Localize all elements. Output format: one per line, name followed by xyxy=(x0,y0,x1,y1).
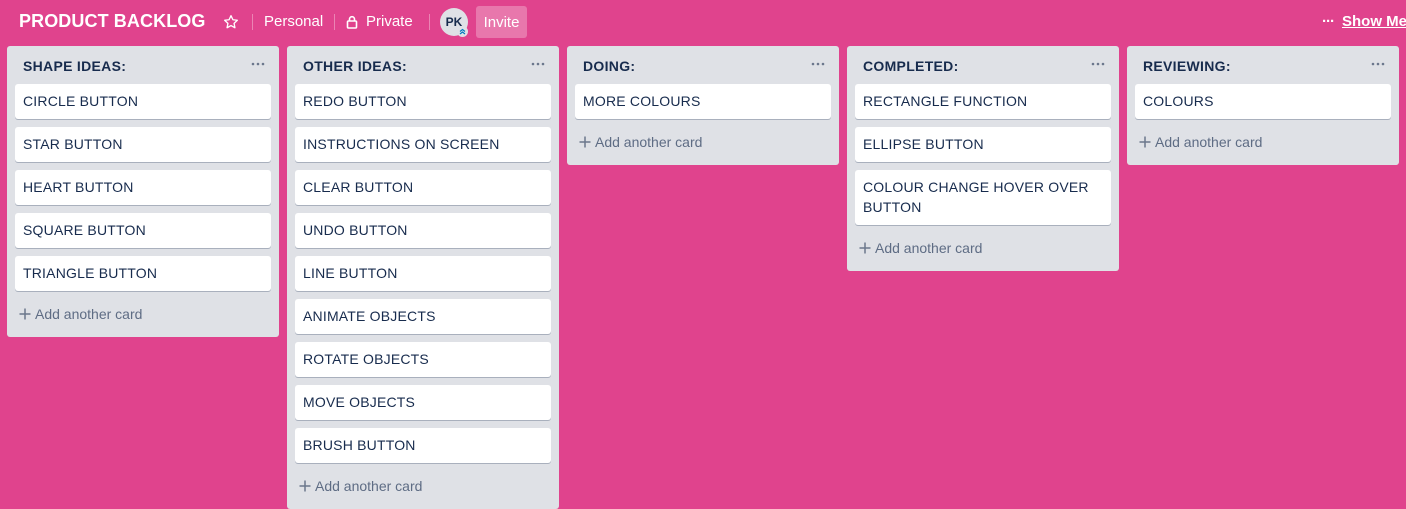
add-card-button[interactable]: Add another card xyxy=(1135,125,1391,159)
add-card-label: Add another card xyxy=(35,306,143,322)
card[interactable]: MORE COLOURS xyxy=(575,84,831,119)
list-menu-button[interactable] xyxy=(1367,54,1389,74)
header-divider xyxy=(334,14,335,30)
more-icon xyxy=(251,62,265,66)
add-card-label: Add another card xyxy=(875,240,983,256)
more-icon xyxy=(1371,62,1385,66)
card[interactable]: REDO BUTTON xyxy=(295,84,551,119)
privacy-label: Private xyxy=(366,13,413,30)
card[interactable]: ROTATE OBJECTS xyxy=(295,342,551,377)
list-column: OTHER IDEAS: REDO BUTTON INSTRUCTIONS ON S… xyxy=(287,46,559,509)
header-divider xyxy=(252,14,253,30)
card[interactable]: CIRCLE BUTTON xyxy=(15,84,271,119)
card[interactable]: UNDO BUTTON xyxy=(295,213,551,248)
plus-icon xyxy=(1139,136,1151,148)
more-icon xyxy=(811,62,825,66)
board-title[interactable]: PRODUCT BACKLOG xyxy=(19,11,206,32)
show-menu-button[interactable]: ··· Show Me xyxy=(1322,13,1406,30)
plus-icon xyxy=(19,308,31,320)
team-visibility-button[interactable]: Personal xyxy=(264,13,323,30)
add-card-label: Add another card xyxy=(1155,134,1263,150)
privacy-button[interactable]: Private xyxy=(346,13,413,30)
add-card-button[interactable]: Add another card xyxy=(15,297,271,331)
card[interactable]: COLOUR CHANGE HOVER OVER BUTTON xyxy=(855,170,1111,225)
more-icon xyxy=(531,62,545,66)
list-menu-button[interactable] xyxy=(807,54,829,74)
star-button[interactable] xyxy=(220,9,242,35)
card[interactable]: ELLIPSE BUTTON xyxy=(855,127,1111,162)
list-header: COMPLETED: xyxy=(855,46,1111,84)
card[interactable]: BRUSH BUTTON xyxy=(295,428,551,463)
card[interactable]: TRIANGLE BUTTON xyxy=(15,256,271,291)
add-card-label: Add another card xyxy=(595,134,703,150)
lock-icon xyxy=(346,15,358,29)
list-column: COMPLETED: RECTANGLE FUNCTION ELLIPSE BUTT… xyxy=(847,46,1119,271)
card[interactable]: COLOURS xyxy=(1135,84,1391,119)
add-card-button[interactable]: Add another card xyxy=(295,469,551,503)
add-card-button[interactable]: Add another card xyxy=(855,231,1111,265)
star-icon xyxy=(224,15,238,29)
list-title[interactable]: OTHER IDEAS: xyxy=(303,58,407,74)
card[interactable]: ANIMATE OBJECTS xyxy=(295,299,551,334)
card[interactable]: LINE BUTTON xyxy=(295,256,551,291)
list-column: REVIEWING: COLOURS Add another card xyxy=(1127,46,1399,165)
add-card-button[interactable]: Add another card xyxy=(575,125,831,159)
card[interactable]: RECTANGLE FUNCTION xyxy=(855,84,1111,119)
list-title[interactable]: COMPLETED: xyxy=(863,58,959,74)
list-header: SHAPE IDEAS: xyxy=(15,46,271,84)
list-header: DOING: xyxy=(575,46,831,84)
list-header: REVIEWING: xyxy=(1135,46,1391,84)
card[interactable]: SQUARE BUTTON xyxy=(15,213,271,248)
more-icon: ··· xyxy=(1322,13,1335,30)
list-title[interactable]: REVIEWING: xyxy=(1143,58,1231,74)
card[interactable]: HEART BUTTON xyxy=(15,170,271,205)
list-column: DOING: MORE COLOURS Add another card xyxy=(567,46,839,165)
invite-button[interactable]: Invite xyxy=(476,6,527,38)
admin-chevron-icon xyxy=(457,26,468,37)
card[interactable]: INSTRUCTIONS ON SCREEN xyxy=(295,127,551,162)
plus-icon xyxy=(859,242,871,254)
list-title[interactable]: DOING: xyxy=(583,58,635,74)
board-header: PRODUCT BACKLOG Personal Private PK Invi… xyxy=(0,0,1406,44)
header-divider xyxy=(429,14,430,30)
plus-icon xyxy=(579,136,591,148)
list-header: OTHER IDEAS: xyxy=(295,46,551,84)
list-column: SHAPE IDEAS: CIRCLE BUTTON STAR BUTTON HEAR… xyxy=(7,46,279,337)
card[interactable]: MOVE OBJECTS xyxy=(295,385,551,420)
card[interactable]: CLEAR BUTTON xyxy=(295,170,551,205)
plus-icon xyxy=(299,480,311,492)
card[interactable]: STAR BUTTON xyxy=(15,127,271,162)
add-card-label: Add another card xyxy=(315,478,423,494)
list-menu-button[interactable] xyxy=(527,54,549,74)
list-menu-button[interactable] xyxy=(247,54,269,74)
list-menu-button[interactable] xyxy=(1087,54,1109,74)
list-title[interactable]: SHAPE IDEAS: xyxy=(23,58,126,74)
show-menu-label: Show Me xyxy=(1342,13,1406,30)
more-icon xyxy=(1091,62,1105,66)
